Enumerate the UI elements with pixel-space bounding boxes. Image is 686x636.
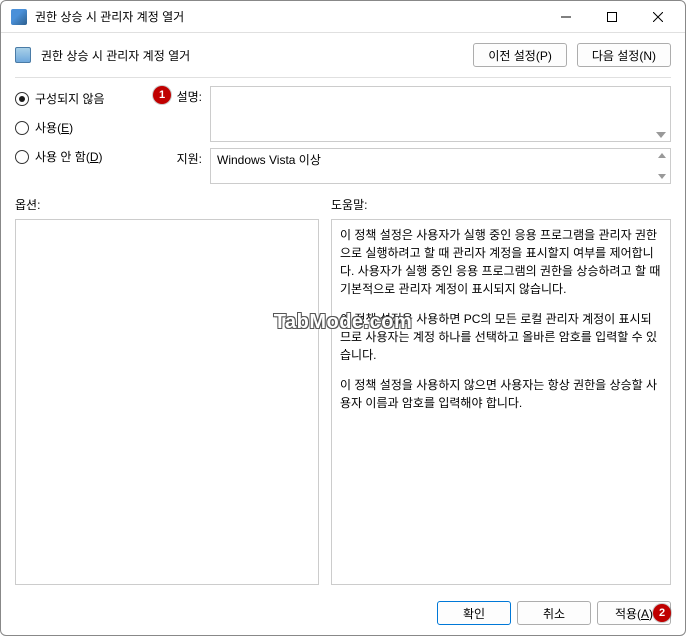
maximize-icon — [607, 12, 617, 22]
support-value: Windows Vista 이상 — [217, 153, 321, 167]
radio-group: 구성되지 않음 1 사용(E) 사용 안 함(D) — [15, 86, 170, 184]
window-title: 권한 상승 시 관리자 계정 열거 — [35, 8, 543, 25]
support-row: 지원: Windows Vista 이상 — [170, 148, 671, 184]
ok-label: 확인 — [463, 607, 485, 621]
minimize-icon — [561, 12, 571, 22]
help-paragraph-1: 이 정책 설정은 사용자가 실행 중인 응용 프로그램을 관리자 권한으로 실행… — [340, 226, 662, 298]
policy-title: 권한 상승 시 관리자 계정 열거 — [41, 47, 463, 64]
support-box: Windows Vista 이상 — [210, 148, 671, 184]
close-icon — [653, 12, 663, 22]
help-paragraph-3: 이 정책 설정을 사용하지 않으면 사용자는 항상 권한을 상승할 사용자 이름… — [340, 376, 662, 412]
footer: 2 확인 취소 적용(A) — [1, 595, 685, 635]
description-box[interactable] — [210, 86, 671, 142]
info-column: 설명: 지원: Windows Vista 이상 — [170, 86, 671, 184]
help-label: 도움말: — [331, 196, 367, 213]
scroll-up-icon — [658, 153, 666, 158]
callout-2: 2 — [653, 604, 671, 622]
window-controls — [543, 2, 681, 32]
upper-section: 구성되지 않음 1 사용(E) 사용 안 함(D) 설명: 지원: Window… — [1, 78, 685, 188]
scroll-down-icon — [656, 132, 666, 138]
options-label: 옵션: — [15, 196, 331, 213]
radio-disabled-label: 사용 안 함(D) — [35, 148, 103, 165]
titlebar: 권한 상승 시 관리자 계정 열거 — [1, 1, 685, 33]
maximize-button[interactable] — [589, 2, 635, 32]
radio-disabled[interactable]: 사용 안 함(D) — [15, 148, 170, 165]
prev-setting-button[interactable]: 이전 설정(P) — [473, 43, 567, 67]
radio-not-configured-label: 구성되지 않음 — [35, 90, 105, 107]
options-pane — [15, 219, 319, 585]
radio-not-configured[interactable]: 구성되지 않음 — [15, 90, 170, 107]
description-row: 설명: — [170, 86, 671, 142]
description-label: 설명: — [170, 86, 202, 142]
radio-icon — [15, 121, 29, 135]
support-label: 지원: — [170, 148, 202, 184]
cancel-button[interactable]: 취소 — [517, 601, 591, 625]
next-setting-button[interactable]: 다음 설정(N) — [577, 43, 671, 67]
ok-button[interactable]: 확인 — [437, 601, 511, 625]
header-row: 권한 상승 시 관리자 계정 열거 이전 설정(P) 다음 설정(N) — [1, 33, 685, 73]
help-paragraph-2: 이 정책 설정을 사용하면 PC의 모든 로컬 관리자 계정이 표시되므로 사용… — [340, 310, 662, 364]
apply-label: 적용(A) — [615, 607, 653, 621]
scroll-down-icon — [658, 174, 666, 179]
section-labels: 옵션: 도움말: — [1, 188, 685, 217]
next-setting-label: 다음 설정(N) — [592, 49, 656, 63]
cancel-label: 취소 — [543, 607, 565, 621]
prev-setting-label: 이전 설정(P) — [488, 49, 552, 63]
lower-section: 이 정책 설정은 사용자가 실행 중인 응용 프로그램을 관리자 권한으로 실행… — [1, 217, 685, 595]
close-button[interactable] — [635, 2, 681, 32]
radio-enabled-label: 사용(E) — [35, 119, 73, 136]
radio-icon — [15, 92, 29, 106]
radio-icon — [15, 150, 29, 164]
minimize-button[interactable] — [543, 2, 589, 32]
callout-1: 1 — [153, 86, 171, 104]
app-icon — [11, 9, 27, 25]
policy-icon — [15, 47, 31, 63]
help-pane: 이 정책 설정은 사용자가 실행 중인 응용 프로그램을 관리자 권한으로 실행… — [331, 219, 671, 585]
radio-enabled[interactable]: 사용(E) — [15, 119, 170, 136]
